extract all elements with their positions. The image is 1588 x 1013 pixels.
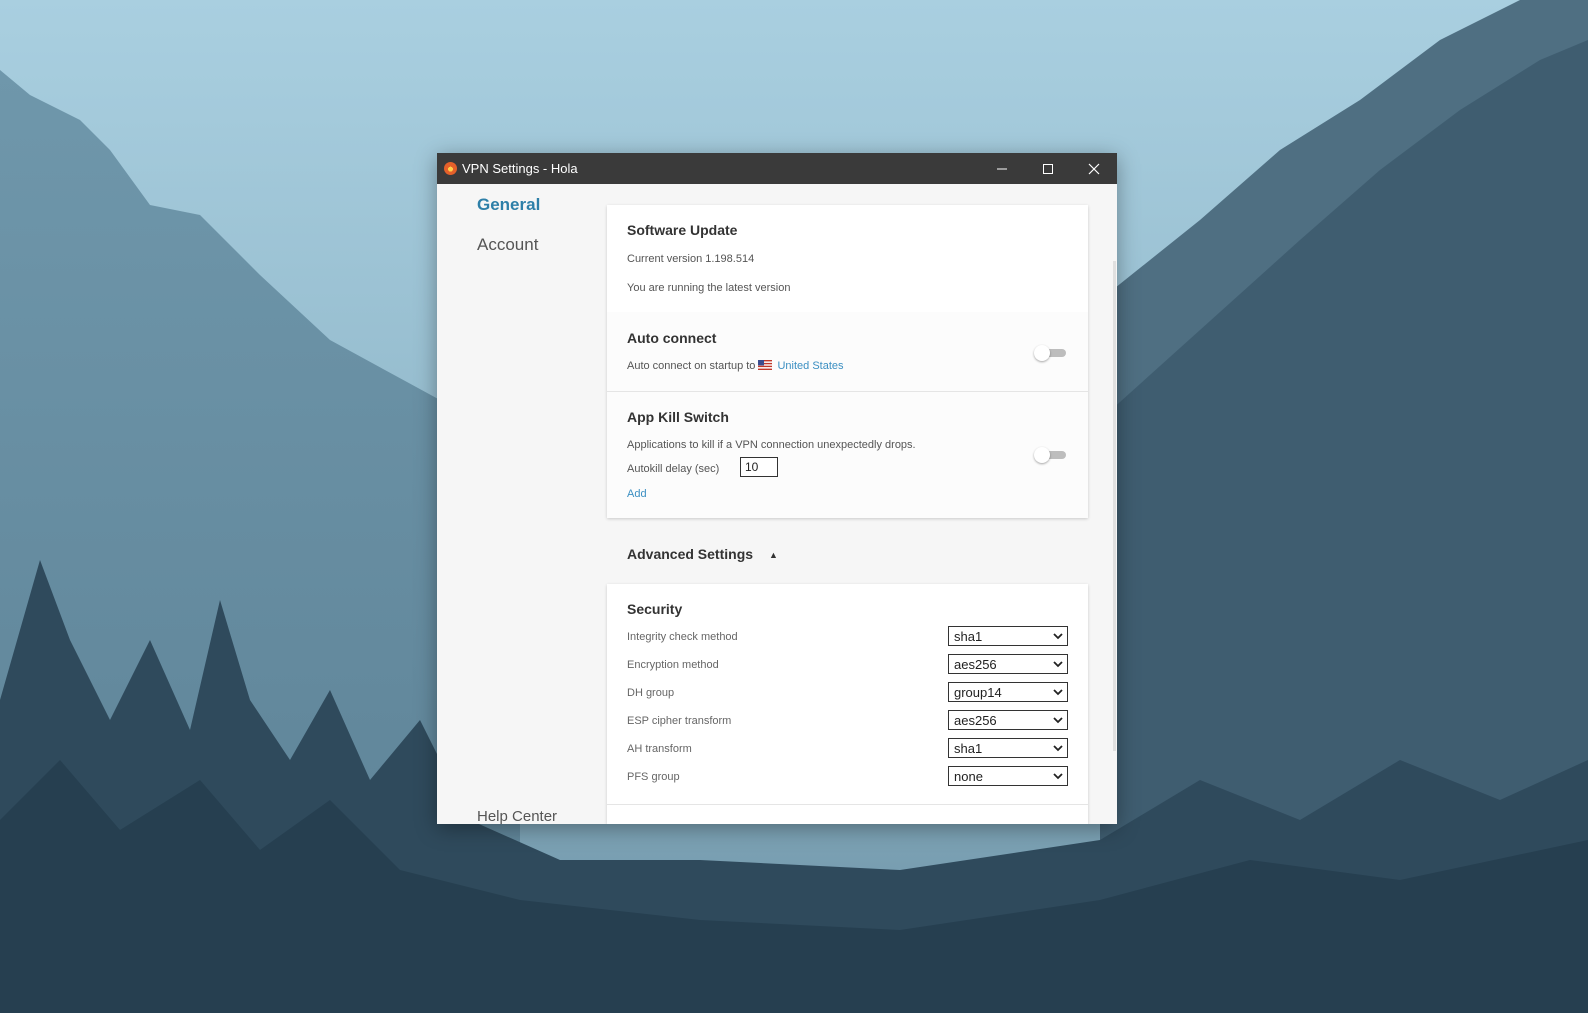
maximize-button[interactable] <box>1025 153 1071 184</box>
settings-window: VPN Settings - Hola General Account Help… <box>437 153 1117 824</box>
dh-group-select[interactable]: group14 <box>948 682 1068 702</box>
security-row: Encryption method aes256 <box>607 654 1088 676</box>
nav-account[interactable]: Account <box>477 235 538 255</box>
security-row: Integrity check method sha1 <box>607 626 1088 648</box>
auto-connect-country-link[interactable]: United States <box>777 360 843 372</box>
pfs-group-label: PFS group <box>627 771 680 783</box>
kill-switch-description: Applications to kill if a VPN connection… <box>627 439 916 451</box>
esp-cipher-label: ESP cipher transform <box>627 715 732 727</box>
hola-icon <box>444 162 457 175</box>
security-row: ESP cipher transform aes256 <box>607 710 1088 732</box>
minimize-button[interactable] <box>979 153 1025 184</box>
chevron-down-icon <box>1053 773 1063 780</box>
dh-group-label: DH group <box>627 687 675 699</box>
security-heading: Security <box>627 601 683 617</box>
security-card: Security Integrity check method sha1 Enc… <box>607 584 1088 824</box>
update-status: You are running the latest version <box>627 282 791 294</box>
ah-transform-select[interactable]: sha1 <box>948 738 1068 758</box>
select-value: aes256 <box>954 657 997 672</box>
auto-connect-section: Auto connect Auto connect on startup to … <box>607 312 1088 392</box>
general-settings-card: Software Update Current version 1.198.51… <box>607 205 1088 518</box>
kill-switch-heading: App Kill Switch <box>627 409 729 425</box>
integrity-check-select[interactable]: sha1 <box>948 626 1068 646</box>
add-app-link[interactable]: Add <box>627 488 647 500</box>
auto-connect-toggle[interactable] <box>1034 345 1066 361</box>
autokill-delay-label: Autokill delay (sec) <box>627 463 720 475</box>
chevron-down-icon <box>1053 689 1063 696</box>
maximize-icon <box>1043 164 1053 174</box>
select-value: aes256 <box>954 713 997 728</box>
pfs-group-select[interactable]: none <box>948 766 1068 786</box>
close-button[interactable] <box>1071 153 1117 184</box>
scrollbar[interactable] <box>1113 261 1116 751</box>
window-title: VPN Settings - Hola <box>462 161 578 176</box>
toggle-knob <box>1034 345 1050 361</box>
minimize-icon <box>997 168 1007 170</box>
toggle-knob <box>1034 447 1050 463</box>
security-row: DH group group14 <box>607 682 1088 704</box>
integrity-check-label: Integrity check method <box>627 631 738 643</box>
chevron-down-icon <box>1053 717 1063 724</box>
auto-connect-description: Auto connect on startup to United States <box>627 360 844 372</box>
close-icon <box>1088 163 1100 175</box>
select-value: none <box>954 769 983 784</box>
autokill-delay-input[interactable] <box>740 457 778 477</box>
chevron-down-icon <box>1053 661 1063 668</box>
divider <box>607 804 1088 805</box>
select-value: group14 <box>954 685 1002 700</box>
nav-help-center[interactable]: Help Center <box>477 808 557 824</box>
select-value: sha1 <box>954 741 983 756</box>
current-version: Current version 1.198.514 <box>627 253 755 265</box>
chevron-down-icon <box>1053 633 1063 640</box>
select-value: sha1 <box>954 629 983 644</box>
encryption-method-select[interactable]: aes256 <box>948 654 1068 674</box>
kill-switch-section: App Kill Switch Applications to kill if … <box>607 392 1088 518</box>
chevron-down-icon <box>1053 745 1063 752</box>
caret-up-icon[interactable]: ▲ <box>769 550 778 560</box>
kill-switch-toggle[interactable] <box>1034 447 1066 463</box>
security-row: AH transform sha1 <box>607 738 1088 760</box>
encryption-method-label: Encryption method <box>627 659 719 671</box>
security-row: PFS group none <box>607 766 1088 788</box>
advanced-settings-toggle[interactable]: Advanced Settings <box>627 546 753 562</box>
nav-general[interactable]: General <box>477 195 540 215</box>
auto-connect-heading: Auto connect <box>627 330 717 346</box>
esp-cipher-select[interactable]: aes256 <box>948 710 1068 730</box>
us-flag-icon <box>758 360 773 370</box>
auto-connect-text: Auto connect on startup to <box>627 360 756 372</box>
ah-transform-label: AH transform <box>627 743 692 755</box>
software-update-heading: Software Update <box>627 222 738 238</box>
software-update-section: Software Update Current version 1.198.51… <box>607 205 1088 313</box>
title-bar[interactable]: VPN Settings - Hola <box>437 153 1117 184</box>
